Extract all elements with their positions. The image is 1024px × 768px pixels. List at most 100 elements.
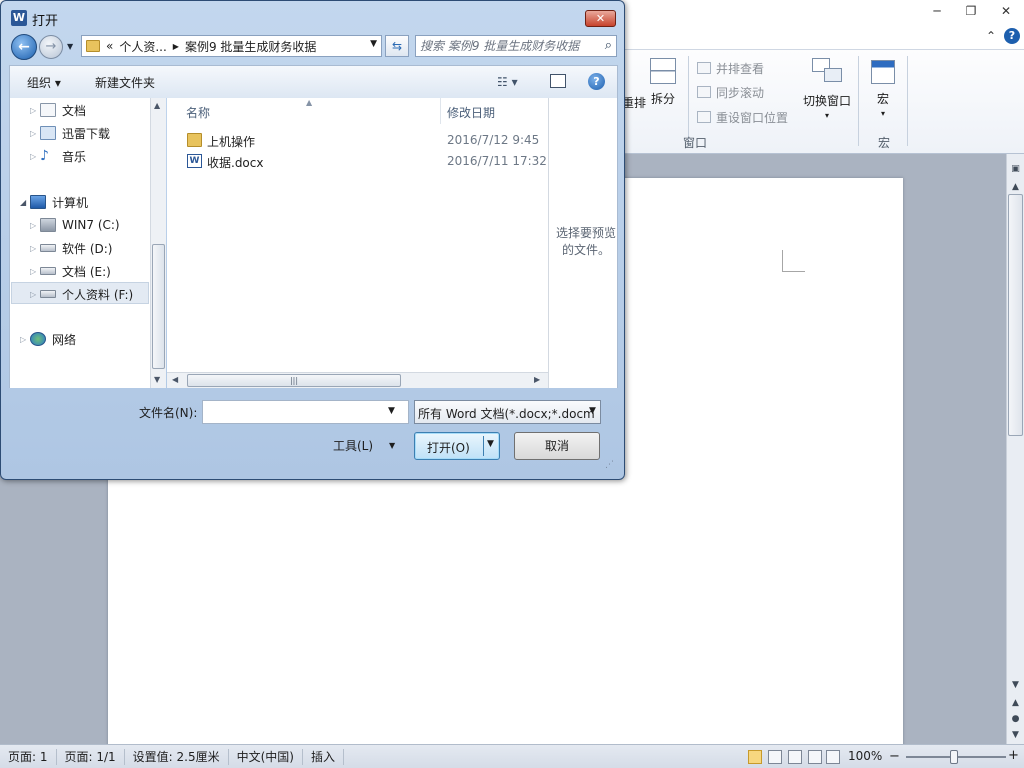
expand-arrow-icon[interactable]: ▷	[20, 335, 30, 344]
file-row[interactable]: 上机操作 2016/7/12 9:45	[167, 130, 548, 152]
outline-view-icon[interactable]	[808, 750, 822, 764]
file-date: 2016/7/11 17:32	[447, 154, 547, 168]
drive-icon	[40, 267, 56, 275]
search-input[interactable]	[420, 38, 590, 54]
zoom-in-icon[interactable]: +	[1008, 748, 1019, 763]
refresh-button[interactable]: ⇆	[385, 35, 409, 57]
ribbon-collapse-icon[interactable]: ⌃	[980, 28, 1002, 44]
expand-arrow-icon[interactable]: ▷	[30, 152, 40, 161]
sync-scroll-button[interactable]: 同步滚动	[697, 82, 764, 102]
collapse-arrow-icon[interactable]: ◢	[20, 198, 30, 207]
previous-page-icon[interactable]: ▲	[1008, 696, 1023, 711]
column-name[interactable]: 名称	[186, 104, 210, 121]
ruler-toggle-icon[interactable]: ▣	[1008, 162, 1023, 177]
organize-button[interactable]: 组织 ▾	[27, 74, 61, 91]
zoom-slider-thumb[interactable]	[950, 750, 958, 764]
search-box[interactable]: ⌕	[415, 35, 617, 57]
new-folder-button[interactable]: 新建文件夹	[95, 74, 155, 91]
dialog-close-button[interactable]: ✕	[585, 10, 616, 27]
status-page-count[interactable]: 页面: 1/1	[57, 748, 125, 765]
switch-windows-button[interactable]: 切换窗口 ▾	[800, 58, 854, 120]
nav-item-computer[interactable]: ◢ 计算机	[20, 192, 88, 212]
status-language[interactable]: 中文(中国)	[229, 748, 303, 765]
help-icon[interactable]: ?	[588, 73, 605, 90]
nav-item-documents[interactable]: ▷ 文档	[30, 100, 86, 120]
zoom-out-icon[interactable]: −	[889, 749, 900, 764]
dialog-title-bar[interactable]: W 打开 ✕	[1, 1, 624, 33]
status-page[interactable]: 页面: 1	[0, 748, 57, 765]
scroll-left-icon[interactable]: ◀	[172, 375, 178, 384]
nav-item-drive-e[interactable]: ▷ 文档 (E:)	[30, 261, 111, 281]
horizontal-scroll-thumb[interactable]: |||	[187, 374, 401, 387]
print-layout-view-icon[interactable]	[748, 750, 762, 764]
scroll-down-icon[interactable]: ▼	[1008, 678, 1023, 693]
address-dropdown-icon[interactable]: ▼	[370, 39, 377, 49]
vertical-scroll-thumb[interactable]	[1008, 194, 1023, 436]
split-button[interactable]: 拆分	[646, 58, 680, 107]
next-page-icon[interactable]: ▼	[1008, 728, 1023, 743]
open-button[interactable]: 打开(O) ▼	[414, 432, 500, 460]
nav-item-drive-f[interactable]: ▷ 个人资料 (F:)	[30, 284, 133, 304]
breadcrumb-separator-icon[interactable]: ▶	[173, 42, 179, 51]
side-by-side-button[interactable]: 并排查看	[697, 58, 764, 78]
preview-pane-icon[interactable]	[550, 74, 566, 88]
tools-button[interactable]: 工具(L)	[333, 437, 373, 454]
status-insert-mode[interactable]: 插入	[303, 748, 345, 765]
draft-view-icon[interactable]	[826, 750, 840, 764]
nav-item-drive-d[interactable]: ▷ 软件 (D:)	[30, 238, 112, 258]
scroll-right-icon[interactable]: ▶	[534, 375, 540, 384]
search-icon[interactable]: ⌕	[605, 38, 612, 53]
forward-button[interactable]: →	[39, 35, 63, 59]
resize-grip-icon[interactable]: ⋰	[605, 460, 614, 470]
expand-arrow-icon[interactable]: ▷	[30, 221, 40, 230]
file-row[interactable]: W 收据.docx 2016/7/11 17:32	[167, 151, 548, 173]
change-view-icon[interactable]: ☷ ▾	[497, 75, 518, 89]
minimize-button[interactable]: ─	[926, 3, 948, 19]
navigation-scrollbar[interactable]: ▲ ▼	[150, 98, 166, 388]
macros-button[interactable]: 宏 ▾	[868, 60, 898, 118]
network-icon	[30, 332, 46, 346]
expand-arrow-icon[interactable]: ▷	[30, 129, 40, 138]
nav-scroll-up-icon[interactable]: ▲	[154, 101, 160, 110]
breadcrumb-overflow[interactable]: «	[106, 39, 113, 53]
filename-input[interactable]	[202, 400, 409, 424]
expand-arrow-icon[interactable]: ▷	[30, 267, 40, 276]
full-screen-reading-icon[interactable]	[768, 750, 782, 764]
expand-arrow-icon[interactable]: ▷	[30, 244, 40, 253]
filename-dropdown-icon[interactable]: ▼	[388, 406, 395, 416]
open-options-dropdown-icon[interactable]: ▼	[487, 439, 494, 449]
nav-item-thunder-downloads[interactable]: ▷ 迅雷下载	[30, 123, 110, 143]
navigation-scroll-thumb[interactable]	[152, 244, 165, 369]
word-help-icon[interactable]: ?	[1004, 28, 1020, 44]
switch-windows-icon	[812, 58, 842, 86]
file-list-horizontal-scrollbar[interactable]: ◀ ||| ▶	[167, 372, 548, 388]
arrange-all-button[interactable]: 重排	[622, 94, 646, 111]
nav-item-drive-c[interactable]: ▷ WIN7 (C:)	[30, 215, 120, 235]
select-browse-object-icon[interactable]: ●	[1008, 712, 1023, 727]
file-type-select[interactable]: 所有 Word 文档(*.docx;*.docm	[414, 400, 601, 424]
recent-locations-icon[interactable]: ▼	[67, 42, 73, 51]
nav-item-music[interactable]: ▷ ♪ 音乐	[30, 146, 86, 166]
expand-arrow-icon[interactable]: ▷	[30, 106, 40, 115]
zoom-level[interactable]: 100%	[848, 749, 882, 763]
column-date-modified[interactable]: 修改日期	[447, 104, 495, 121]
scroll-up-icon[interactable]: ▲	[1008, 180, 1023, 195]
cancel-button[interactable]: 取消	[514, 432, 600, 460]
file-type-dropdown-icon[interactable]: ▼	[589, 406, 596, 416]
nav-item-network[interactable]: ▷ 网络	[20, 329, 76, 349]
breadcrumb-personal[interactable]: 个人资...	[119, 38, 166, 55]
expand-arrow-icon[interactable]: ▷	[30, 290, 40, 299]
tools-dropdown-icon[interactable]: ▼	[389, 441, 395, 450]
address-bar[interactable]: « 个人资... ▶ 案例9 批量生成财务收据 ▼	[81, 35, 382, 57]
status-setting[interactable]: 设置值: 2.5厘米	[125, 748, 229, 765]
restore-button[interactable]: ❐	[960, 3, 982, 19]
column-divider[interactable]	[440, 98, 441, 124]
breadcrumb-current[interactable]: 案例9 批量生成财务收据	[185, 38, 316, 55]
web-layout-icon[interactable]	[788, 750, 802, 764]
nav-scroll-down-icon[interactable]: ▼	[154, 375, 160, 384]
vertical-scrollbar[interactable]: ▣ ▲ ▼ ▲ ● ▼	[1006, 154, 1024, 744]
reset-window-position-button[interactable]: 重设窗口位置	[697, 107, 788, 127]
back-button[interactable]: ←	[11, 34, 37, 60]
open-button-label: 打开(O)	[427, 441, 470, 455]
close-button[interactable]: ✕	[995, 3, 1017, 19]
